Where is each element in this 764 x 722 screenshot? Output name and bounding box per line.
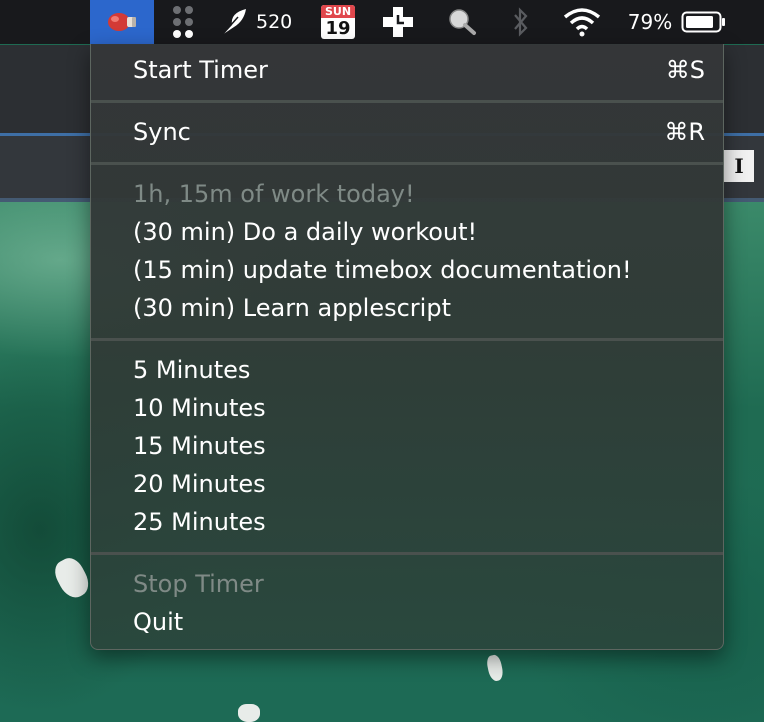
calendar-day: SUN [321,5,355,18]
battery-percent-label: 79% [627,10,673,34]
duration-label: 10 Minutes [133,394,266,422]
battery-percent[interactable]: 79% [622,0,678,44]
timebox-menu-extra[interactable] [90,0,154,44]
work-summary: 1h, 15m of work today! [133,176,705,212]
task-label: (30 min) Do a daily workout! [133,218,478,246]
feather-count: 520 [256,11,293,33]
feather-icon [221,9,246,36]
quit-label: Quit [133,608,184,636]
bluetooth-icon[interactable] [508,0,534,44]
feather-status-item[interactable]: 520 [218,0,300,44]
menu-item-sync[interactable]: Sync ⌘R [133,114,705,150]
menu-item-25-minutes[interactable]: 25 Minutes [133,504,705,540]
menu-item-stop-timer: Stop Timer [133,566,705,602]
start-timer-shortcut: ⌘S [665,56,705,84]
menu-item-quit[interactable]: Quit [133,604,705,640]
calendar-date: 19 [325,18,351,39]
wifi-icon[interactable] [560,0,604,44]
timebox-dropdown-menu: Start Timer ⌘S Sync ⌘R 1h, 15m of work t… [90,44,724,650]
plus-clock-icon[interactable] [378,0,418,44]
text-cursor-icon: I [724,150,754,182]
menu-item-task[interactable]: (15 min) update timebox documentation! [133,252,705,288]
menu-bar: 520 SUN 19 79% [0,0,764,44]
menu-item-start-timer[interactable]: Start Timer ⌘S [133,52,705,88]
boat-image [238,704,260,722]
duration-label: 25 Minutes [133,508,266,536]
menu-item-task[interactable]: (30 min) Do a daily workout! [133,214,705,250]
menu-separator [91,100,723,103]
boxing-glove-icon [108,13,136,31]
task-label: (15 min) update timebox documentation! [133,256,632,284]
sync-shortcut: ⌘R [664,118,705,146]
work-summary-label: 1h, 15m of work today! [133,180,415,208]
menu-item-20-minutes[interactable]: 20 Minutes [133,466,705,502]
globe-magnifier-icon[interactable] [444,0,480,44]
duration-label: 15 Minutes [133,432,266,460]
calendar-icon[interactable]: SUN 19 [318,0,358,44]
menu-separator [91,552,723,555]
duration-label: 20 Minutes [133,470,266,498]
menu-item-10-minutes[interactable]: 10 Minutes [133,390,705,426]
menu-item-5-minutes[interactable]: 5 Minutes [133,352,705,388]
start-timer-label: Start Timer [133,56,268,84]
duration-label: 5 Minutes [133,356,251,384]
menu-separator [91,162,723,165]
task-label: (30 min) Learn applescript [133,294,451,322]
stop-timer-label: Stop Timer [133,570,264,598]
dots-grid-icon[interactable] [166,0,200,44]
battery-icon[interactable] [680,0,728,44]
sync-label: Sync [133,118,191,146]
menu-item-15-minutes[interactable]: 15 Minutes [133,428,705,464]
menu-item-task[interactable]: (30 min) Learn applescript [133,290,705,326]
menu-separator [91,338,723,341]
